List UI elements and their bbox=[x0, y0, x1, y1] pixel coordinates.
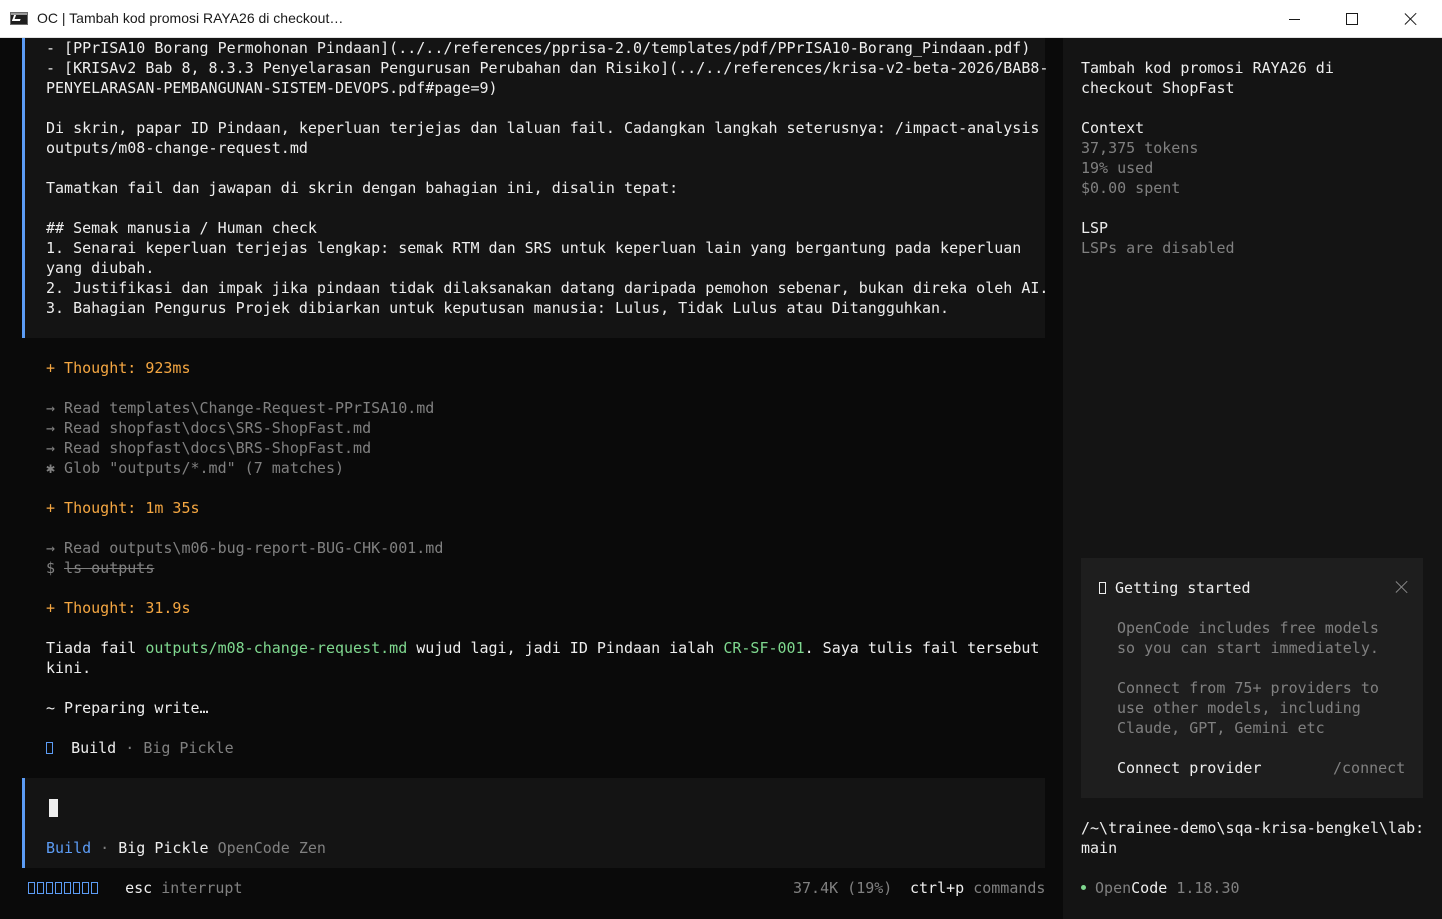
window-title: OC | Tambah kod promosi RAYA26 di checko… bbox=[37, 10, 344, 26]
version-info: OpenCode 1.18.30 bbox=[1081, 878, 1240, 898]
commands-hint[interactable]: ctrl+p commands bbox=[910, 878, 1045, 898]
getting-started-text: Connect from 75+ providers to bbox=[1117, 679, 1379, 697]
context-spent: $0.00 spent bbox=[1081, 179, 1181, 197]
text-cursor bbox=[49, 799, 58, 817]
session-sidebar: Tambah kod promosi RAYA26 di checkout Sh… bbox=[1063, 38, 1442, 919]
thought-toggle[interactable]: + Thought: 923ms bbox=[46, 358, 191, 378]
assistant-reply-line: Tiada fail outputs/m08-change-request.md… bbox=[46, 638, 1039, 658]
getting-started-text: OpenCode includes free models bbox=[1117, 619, 1379, 637]
context-used: 19% used bbox=[1081, 159, 1154, 177]
getting-started-title-row: Getting started bbox=[1099, 578, 1251, 598]
token-usage: 37.4K (19%) bbox=[793, 879, 893, 897]
working-directory: /~\trainee-demo\sqa-krisa-bengkel\lab: bbox=[1081, 819, 1425, 837]
thought-toggle[interactable]: + Thought: 31.9s bbox=[46, 598, 191, 618]
esc-label: interrupt bbox=[152, 879, 243, 897]
connect-provider-button[interactable]: Connect provider bbox=[1117, 758, 1262, 778]
session-title: checkout ShopFast bbox=[1081, 79, 1235, 97]
shell-command-line: $ ls outputs bbox=[46, 558, 154, 578]
message-line: outputs/m08-change-request.md bbox=[46, 139, 308, 157]
reply-text: wujud lagi, jadi ID Pindaan ialah bbox=[407, 639, 724, 657]
agent-model-line: Build · Big Pickle bbox=[46, 738, 234, 758]
minimize-button[interactable] bbox=[1265, 0, 1323, 38]
agent-name: Build bbox=[71, 739, 117, 757]
reply-text: . Saya tulis fail tersebut bbox=[804, 639, 1040, 657]
assistant-reply-line: kini. bbox=[46, 659, 92, 677]
message-line: 1. Senarai keperluan terjejas lengkap: s… bbox=[46, 239, 1022, 257]
connect-command-hint: /connect bbox=[1333, 759, 1406, 777]
context-tokens: 37,375 tokens bbox=[1081, 139, 1199, 157]
tool-call-read: → Read outputs\m06-bug-report-BUG-CHK-00… bbox=[46, 539, 444, 557]
message-line: 3. Bahagian Pengurus Projek dibiarkan un… bbox=[46, 299, 950, 317]
prompt-agent-line: Build · Big Pickle OpenCode Zen bbox=[46, 838, 326, 858]
reply-file-path: outputs/m08-change-request.md bbox=[145, 639, 408, 657]
tool-call-read: → Read templates\Change-Request-PPrISA10… bbox=[46, 399, 435, 417]
shell-command: ls outputs bbox=[64, 559, 155, 577]
message-line: - [KRISAv2 Bab 8, 8.3.3 Penyelarasan Pen… bbox=[46, 59, 1049, 77]
context-heading: Context bbox=[1081, 119, 1145, 137]
spinner-icon bbox=[28, 879, 98, 897]
reply-text: Tiada fail bbox=[46, 639, 146, 657]
shell-prompt: $ bbox=[46, 559, 65, 577]
esc-key: esc bbox=[125, 879, 153, 897]
getting-started-card: Getting started OpenCode includes free m… bbox=[1081, 558, 1423, 798]
separator: · bbox=[116, 739, 144, 757]
tool-call-read: → Read shopfast\docs\SRS-ShopFast.md bbox=[46, 419, 372, 437]
brand-code: Code bbox=[1131, 879, 1168, 897]
commands-label: commands bbox=[964, 879, 1046, 897]
maximize-button[interactable] bbox=[1323, 0, 1381, 38]
agent-selector[interactable]: Build bbox=[46, 839, 91, 857]
minimize-icon bbox=[1288, 18, 1300, 20]
terminal-app-icon bbox=[10, 12, 28, 25]
getting-started-text: Claude, GPT, Gemini etc bbox=[1117, 719, 1325, 737]
book-icon bbox=[1099, 582, 1106, 594]
git-branch: main bbox=[1081, 839, 1118, 857]
message-line: - [PPrISA10 Borang Permohonan Pindaan](.… bbox=[46, 39, 1031, 57]
lsp-heading: LSP bbox=[1081, 219, 1109, 237]
thought-toggle[interactable]: + Thought: 1m 35s bbox=[46, 498, 200, 518]
prompt-input[interactable]: Build · Big Pickle OpenCode Zen bbox=[22, 778, 1045, 868]
getting-started-title: Getting started bbox=[1115, 579, 1251, 597]
getting-started-text: use other models, including bbox=[1117, 699, 1361, 717]
window-titlebar: OC | Tambah kod promosi RAYA26 di checko… bbox=[0, 0, 1442, 38]
message-line: PENYELARASAN-PEMBANGUNAN-SISTEM-DEVOPS.p… bbox=[46, 79, 498, 97]
message-line: ## Semak manusia / Human check bbox=[46, 219, 317, 237]
agent-icon bbox=[46, 742, 53, 754]
version-number: 1.18.30 bbox=[1176, 879, 1240, 897]
separator: · bbox=[91, 839, 119, 857]
close-icon bbox=[1404, 12, 1418, 26]
reply-change-id: CR-SF-001 bbox=[723, 639, 805, 657]
message-line: 2. Justifikasi dan impak jika pindaan ti… bbox=[46, 279, 1049, 297]
conversation-pane[interactable]: - [PPrISA10 Borang Permohonan Pindaan](.… bbox=[0, 38, 1063, 919]
maximize-icon bbox=[1346, 13, 1358, 25]
session-title: Tambah kod promosi RAYA26 di bbox=[1081, 59, 1334, 77]
preparing-write-status: ~ Preparing write… bbox=[46, 699, 209, 717]
message-line: Tamatkan fail dan jawapan di skrin denga… bbox=[46, 179, 679, 197]
tool-call-glob: ✱ Glob "outputs/*.md" (7 matches) bbox=[46, 459, 345, 477]
tool-call-read: → Read shopfast\docs\BRS-ShopFast.md bbox=[46, 439, 372, 457]
close-window-button[interactable] bbox=[1382, 0, 1440, 38]
status-bar-left: esc interrupt bbox=[28, 878, 243, 898]
message-line: Di skrin, papar ID Pindaan, keperluan te… bbox=[46, 119, 1040, 137]
provider-name: OpenCode Zen bbox=[217, 839, 326, 857]
user-message-block: - [PPrISA10 Borang Permohonan Pindaan](.… bbox=[22, 38, 1049, 338]
message-line: yang diubah. bbox=[46, 259, 155, 277]
model-name: Big Pickle bbox=[143, 739, 234, 757]
close-icon[interactable] bbox=[1395, 580, 1409, 594]
commands-key: ctrl+p bbox=[910, 879, 965, 897]
lsp-status: LSPs are disabled bbox=[1081, 239, 1235, 257]
model-selector[interactable]: Big Pickle bbox=[118, 839, 208, 857]
getting-started-text: so you can start immediately. bbox=[1117, 639, 1379, 657]
brand-open: Open bbox=[1095, 879, 1132, 897]
